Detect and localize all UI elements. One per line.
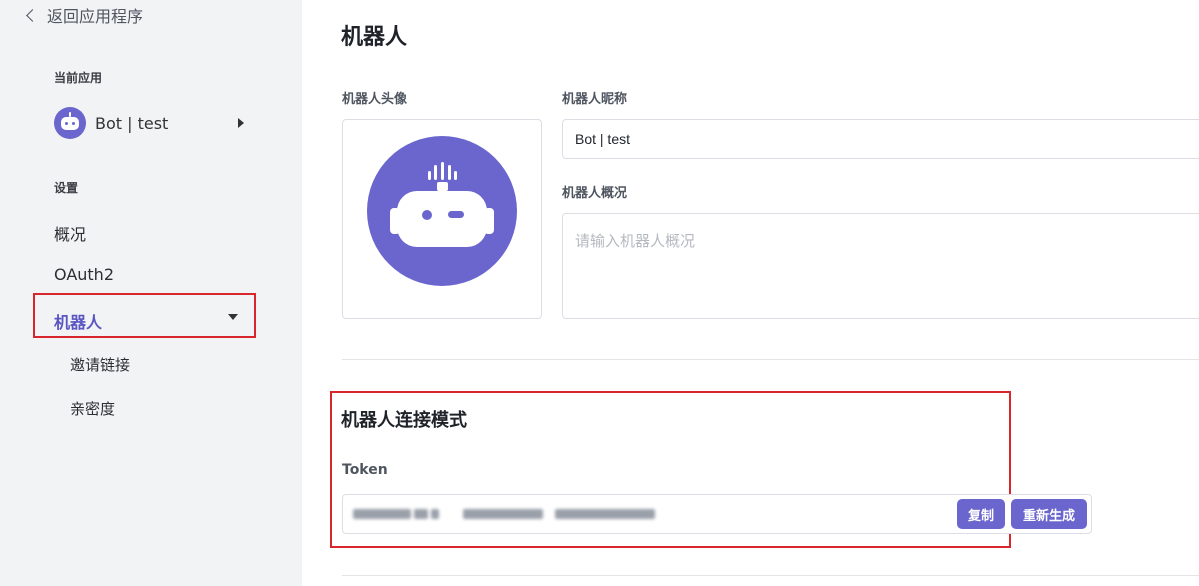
app-switcher[interactable]: Bot | test — [54, 106, 254, 140]
nickname-label: 机器人昵称 — [562, 92, 628, 107]
caret-down-icon — [228, 314, 238, 320]
token-field[interactable]: 复制 重新生成 — [342, 494, 1092, 534]
token-label: Token — [342, 462, 388, 478]
back-link-label: 返回应用程序 — [47, 7, 144, 26]
sidebar-item-oauth2[interactable]: OAuth2 — [54, 265, 114, 284]
nickname-input[interactable] — [562, 119, 1199, 159]
sidebar-subitem-invite-link[interactable]: 邀请链接 — [70, 354, 130, 375]
settings-label: 设置 — [54, 181, 79, 195]
caret-right-icon — [238, 118, 244, 128]
back-to-apps-link[interactable]: 返回应用程序 — [26, 3, 144, 27]
copy-token-button[interactable]: 复制 — [957, 499, 1005, 529]
overview-textarea[interactable] — [562, 213, 1199, 319]
bot-avatar-large-icon — [367, 136, 517, 286]
sidebar-item-bot-label: 机器人 — [54, 313, 103, 332]
avatar-upload[interactable] — [342, 119, 542, 319]
sidebar-item-overview[interactable]: 概况 — [54, 221, 86, 245]
current-app-label: 当前应用 — [54, 71, 103, 85]
bot-avatar-icon — [54, 107, 86, 139]
sidebar-subitem-intimacy[interactable]: 亲密度 — [70, 398, 115, 419]
token-value-blurred — [353, 507, 655, 521]
chevron-left-icon — [26, 9, 39, 22]
overview-label: 机器人概况 — [562, 186, 628, 201]
avatar-label: 机器人头像 — [342, 92, 408, 107]
page-title: 机器人 — [341, 25, 408, 50]
app-name: Bot | test — [95, 113, 169, 133]
divider-bottom — [342, 575, 1199, 576]
sidebar-item-bot[interactable]: 机器人 — [33, 293, 256, 338]
sidebar: 返回应用程序 当前应用 Bot | test 设置 概况 OAuth2 机器人 … — [0, 0, 302, 586]
divider — [342, 359, 1199, 360]
regenerate-token-button[interactable]: 重新生成 — [1011, 499, 1087, 529]
connection-mode-title: 机器人连接模式 — [341, 410, 467, 431]
